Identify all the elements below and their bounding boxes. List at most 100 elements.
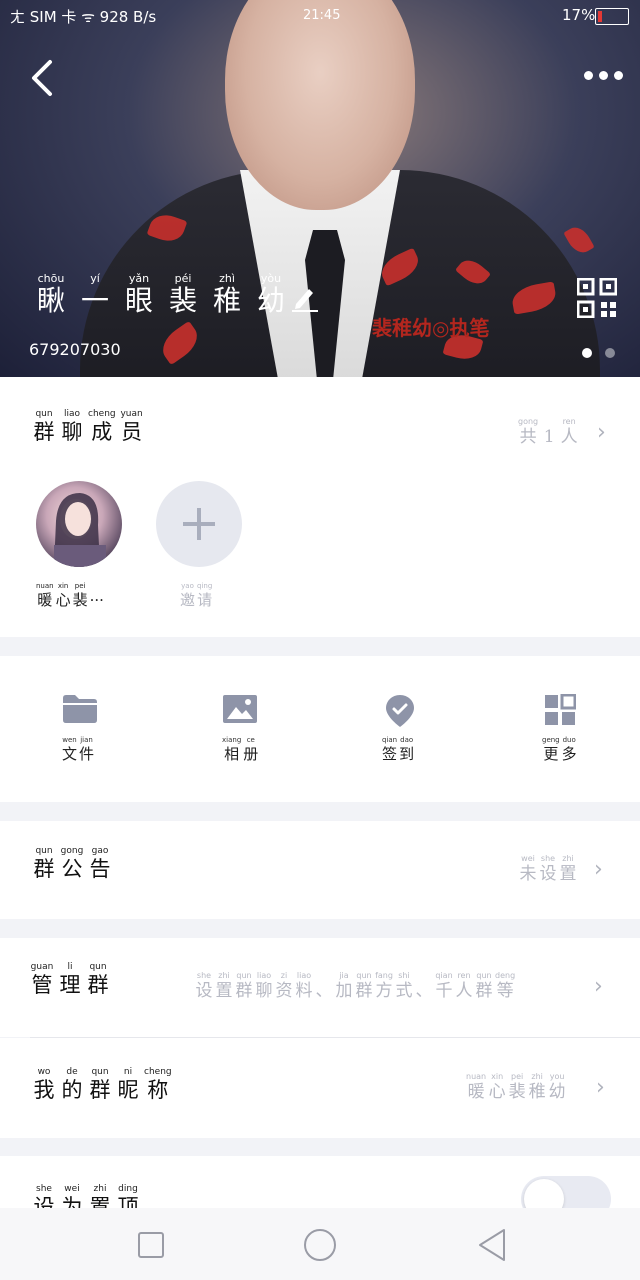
ruby-char: wei 为 [60, 1184, 84, 1208]
status-signal-text: ㄤ SIM 卡 ᯤ 928 B/s [10, 8, 157, 26]
pinyin-text: wei [64, 1184, 80, 1194]
hanzi-text: 我 [33, 1078, 55, 1102]
group-id: 679207030 [29, 340, 121, 359]
back-triangle-icon[interactable] [477, 1228, 507, 1262]
pinyin-text: she [540, 854, 556, 863]
nickname-row[interactable]: wo 我 de 的 qun 群 ni 昵 cheng 称 nuan 暖 xin 心 pei 裴 zhi 稚 you… [0, 1038, 640, 1138]
ruby-char: liao 料 [295, 971, 313, 1001]
hanzi-text: 置 [89, 1195, 111, 1208]
pinyin-text: ren [457, 971, 471, 980]
hanzi-text: 暖 [37, 591, 53, 609]
hanzi-text: 群 [355, 981, 373, 1001]
edit-pencil-icon[interactable] [292, 284, 318, 312]
ruby-char: yí 一 [76, 272, 114, 317]
tool-checkin[interactable]: qian 签 dao 到 [350, 692, 450, 772]
pinyin-text: liao [296, 971, 312, 980]
pinyin-text: dao [400, 736, 414, 744]
hanzi-text: 管 [31, 973, 53, 997]
pinyin-text [323, 971, 326, 981]
ruby-char: wen 文 [62, 736, 77, 763]
back-arrow-icon[interactable] [28, 58, 58, 96]
pinyin-text: deng [495, 971, 516, 980]
hanzi-text: 为 [61, 1195, 83, 1208]
plus-icon [183, 508, 215, 540]
hanzi-text: 理 [59, 973, 81, 997]
ruby-char: nuan 暖 [466, 1072, 486, 1102]
hanzi-text: 千 [435, 981, 453, 1001]
qr-code-icon[interactable] [576, 277, 618, 319]
hanzi-text: 、 [415, 981, 433, 1001]
page-dot-active [582, 348, 592, 358]
tool-image[interactable]: xiang 相 ce 册 [190, 692, 290, 772]
status-time: 21:45 [303, 8, 341, 23]
ruby-char: cheng 成 [88, 409, 116, 444]
hanzi-text: 顶 [117, 1195, 139, 1208]
pinyin-text: wo [37, 1067, 51, 1077]
ruby-char: ren 人 [455, 971, 473, 1001]
ruby-char: 1 [540, 417, 558, 447]
hanzi-text: 心 [488, 1082, 506, 1102]
ruby-char: yǎn 眼 [120, 272, 158, 317]
invite-button[interactable] [156, 481, 242, 567]
pinyin-text: xin [57, 582, 69, 590]
square-nav-icon[interactable] [138, 1232, 164, 1258]
pinyin-text: cheng [144, 1067, 172, 1077]
hanzi-text: 置 [559, 864, 577, 884]
ruby-char: yòu 幼 [252, 272, 290, 317]
ruby-char: xin 心 [488, 1072, 506, 1102]
pinyin-text: shi [398, 971, 410, 980]
pinyin-text: zhi [562, 854, 574, 863]
hanzi-text: 设 [195, 981, 213, 1001]
pinyin-text: zi [280, 971, 288, 980]
ruby-char: liao 聊 [60, 409, 84, 444]
ruby-char: xiang 相 [222, 736, 241, 763]
ruby-char: deng 等 [495, 971, 515, 1001]
pinyin-text: pei [511, 1072, 524, 1081]
hanzi-text: 请 [197, 591, 213, 609]
chevron-right-icon: › [594, 857, 603, 882]
hanzi-text: 设 [539, 864, 557, 884]
tool-grid[interactable]: geng 更 duo 多 [510, 692, 610, 772]
ruby-char: wei 未 [519, 854, 537, 884]
ruby-char: she 设 [539, 854, 557, 884]
pinyin-text: yuan [120, 409, 143, 419]
home-circle-icon[interactable] [303, 1228, 337, 1262]
pinyin-text [96, 582, 98, 591]
chevron-right-icon[interactable]: › [597, 422, 609, 444]
system-nav-bar [0, 1208, 640, 1280]
pinyin-text: fang [375, 971, 393, 980]
hanzi-text: 文 [62, 745, 78, 763]
tool-folder[interactable]: wen 文 jian 件 [30, 692, 130, 772]
pinyin-text: qun [476, 971, 492, 980]
hanzi-text: 眼 [124, 284, 153, 317]
ruby-char: de 的 [60, 1067, 84, 1102]
ruby-char: duo 多 [562, 736, 577, 763]
ruby-char: qian 签 [382, 736, 397, 763]
pin-title: she 设 wei 为 zhi 置 ding 顶 [32, 1184, 140, 1208]
ruby-char: ding 顶 [116, 1184, 140, 1208]
ruby-char: li 理 [58, 962, 82, 997]
hanzi-text: 聊 [255, 981, 273, 1001]
pinyin-text: jian [80, 736, 93, 744]
hanzi-text: 群 [33, 420, 55, 444]
members-title[interactable]: qun 群 liao 聊 cheng 成 yuan 员 [32, 409, 144, 444]
ruby-char: qun 群 [86, 962, 110, 997]
ruby-char: qing 请 [197, 582, 212, 609]
more-dots-icon[interactable] [580, 60, 628, 90]
hanzi-text: 置 [215, 981, 233, 1001]
manage-group-row[interactable]: guan 管 li 理 qun 群 she 设 zhi 置 qun 群 liao 聊 zi 资 liao 料 、… [0, 938, 640, 1037]
announcement-row[interactable]: qun 群 gong 公 gao 告 wei 未 she 设 zhi 置 › [0, 821, 640, 919]
hanzi-text: 1 [543, 427, 555, 447]
more-dot [614, 71, 623, 80]
avatar[interactable] [36, 481, 122, 567]
pin-toggle[interactable] [521, 1176, 611, 1208]
ruby-char: you 幼 [548, 1072, 566, 1102]
petal-decoration [563, 222, 595, 258]
image-icon [222, 694, 258, 728]
hanzi-text: 群 [235, 981, 253, 1001]
hanzi-text: 心 [55, 591, 71, 609]
pinyin-text: jia [339, 971, 349, 980]
checkin-icon [382, 694, 418, 728]
hanzi-text: 群 [475, 981, 493, 1001]
pinyin-text: gong [518, 417, 539, 426]
